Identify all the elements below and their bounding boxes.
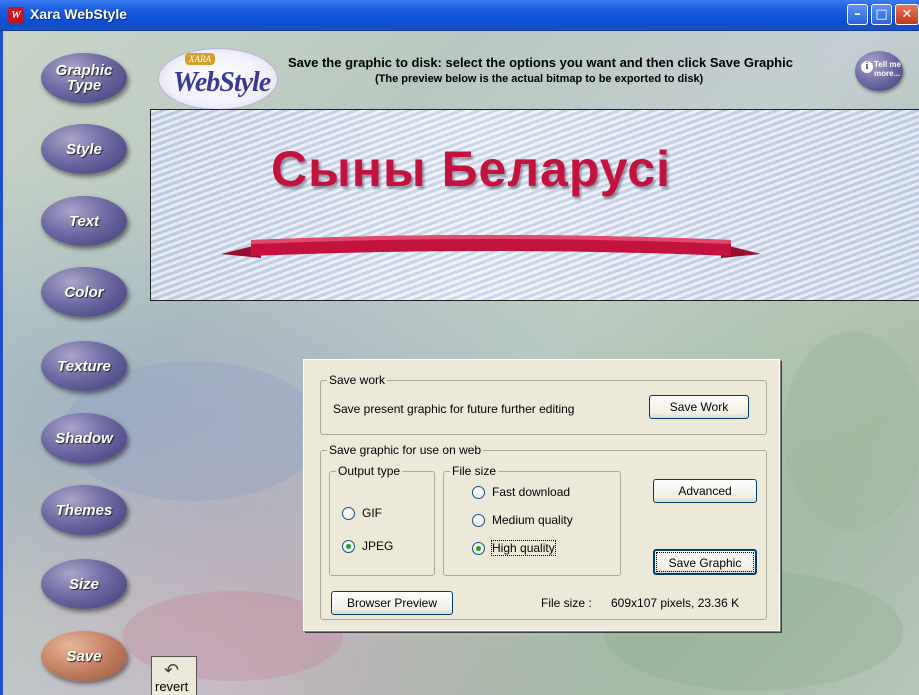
title-bar[interactable]: W Xara WebStyle – □ ✕	[0, 0, 919, 31]
browser-preview-button[interactable]: Browser Preview	[331, 591, 453, 615]
background-texture	[783, 331, 919, 531]
minimize-button[interactable]: –	[847, 4, 868, 25]
banner-text: Сыны Беларусі	[271, 141, 672, 197]
save-work-group: Save work Save present graphic for futur…	[320, 373, 767, 435]
nav-label: Style	[66, 140, 102, 158]
nav-themes-button[interactable]: Themes	[41, 485, 127, 535]
save-web-group: Save graphic for use on web Output type …	[320, 443, 767, 620]
nav-label: Save	[66, 647, 102, 665]
graphic-preview: Сыны Беларусі	[150, 109, 919, 301]
save-work-group-label: Save work	[327, 373, 388, 387]
output-type-group: Output type GIF JPEG	[329, 464, 435, 576]
save-dialog: Save work Save present graphic for futur…	[303, 359, 780, 631]
webstyle-logo-text: WebStyle	[173, 67, 271, 98]
tell-me-more-label: Tell me more...	[874, 60, 901, 78]
file-size-group: File size Fast download Medium quality H…	[443, 464, 621, 576]
app-logo-icon: W	[8, 7, 24, 23]
nav-style-button[interactable]: Style	[41, 124, 127, 174]
close-button[interactable]: ✕	[895, 4, 919, 25]
file-size-group-label: File size	[450, 464, 499, 478]
revert-arrow-icon: ↶	[164, 660, 180, 681]
window-title: Xara WebStyle	[30, 6, 128, 22]
main-area: Graphic Type Style Text Color Texture Sh…	[0, 31, 919, 695]
nav-texture-button[interactable]: Texture	[41, 341, 127, 391]
nav-text-button[interactable]: Text	[41, 196, 127, 246]
nav-label: Text	[68, 212, 100, 230]
high-quality-label[interactable]: High quality	[491, 540, 556, 556]
nav-label: Shadow	[55, 429, 113, 447]
advanced-button[interactable]: Advanced	[653, 479, 757, 503]
ribbon-graphic	[221, 235, 761, 258]
nav-save-button[interactable]: Save	[41, 631, 127, 681]
close-icon: ✕	[901, 7, 913, 22]
nav-label: Graphic Type	[55, 62, 113, 94]
nav-label: Size	[68, 575, 99, 593]
nav-size-button[interactable]: Size	[41, 559, 127, 609]
xara-logo-text: XARA	[185, 53, 215, 65]
sub-instruction-text: (The preview below is the actual bitmap …	[375, 73, 704, 85]
medium-quality-label[interactable]: Medium quality	[492, 513, 573, 527]
file-size-info-value: 609x107 pixels, 23.36 K	[611, 596, 740, 610]
webstyle-logo: XARA WebStyle	[158, 48, 278, 110]
maximize-button[interactable]: □	[871, 4, 892, 25]
nav-label: Color	[64, 283, 104, 301]
nav-label: Texture	[57, 357, 111, 375]
file-size-info-label: File size :	[541, 596, 592, 610]
tell-me-more-button[interactable]: i Tell me more...	[855, 51, 903, 91]
revert-button[interactable]: ↶ revert	[151, 656, 197, 695]
save-work-description: Save present graphic for future further …	[333, 402, 575, 416]
maximize-icon: □	[875, 7, 888, 22]
nav-label: Themes	[55, 501, 113, 519]
jpeg-radio[interactable]	[342, 540, 355, 553]
nav-shadow-button[interactable]: Shadow	[41, 413, 127, 463]
save-work-button[interactable]: Save Work	[649, 395, 749, 419]
jpeg-radio-label[interactable]: JPEG	[362, 539, 393, 553]
medium-quality-radio[interactable]	[472, 514, 485, 527]
revert-label: revert	[155, 679, 189, 694]
fast-download-label[interactable]: Fast download	[492, 485, 570, 499]
gif-radio[interactable]	[342, 507, 355, 520]
info-icon: i	[861, 61, 873, 73]
output-type-label: Output type	[336, 464, 403, 478]
minimize-icon: –	[854, 7, 861, 22]
high-quality-radio[interactable]	[472, 542, 485, 555]
nav-color-button[interactable]: Color	[41, 267, 127, 317]
save-web-group-label: Save graphic for use on web	[327, 443, 484, 457]
instruction-text: Save the graphic to disk: select the opt…	[288, 55, 793, 70]
gif-radio-label[interactable]: GIF	[362, 506, 382, 520]
save-graphic-button[interactable]: Save Graphic	[653, 549, 757, 575]
fast-download-radio[interactable]	[472, 486, 485, 499]
nav-graphic-type-button[interactable]: Graphic Type	[41, 53, 127, 103]
